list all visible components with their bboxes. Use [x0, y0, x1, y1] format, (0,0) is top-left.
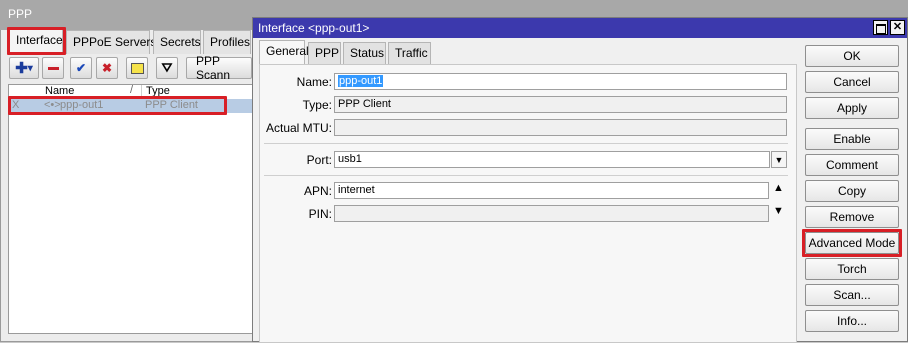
pin-label: PIN: [308, 207, 332, 221]
interface-dialog: Interface <ppp-out1> ✕ General PPP Statu… [252, 17, 908, 343]
dialog-title: Interface <ppp-out1> [253, 18, 907, 38]
remove-toolbar-button[interactable] [42, 57, 64, 79]
port-select[interactable]: usb1 [334, 151, 770, 168]
torch-button[interactable]: Torch [805, 258, 899, 280]
remove-button[interactable]: Remove [805, 206, 899, 228]
type-field: PPP Client [334, 96, 787, 113]
port-dropdown-button[interactable]: ▼ [771, 151, 787, 168]
cross-icon: ✖ [101, 61, 113, 75]
advanced-mode-highlight [802, 229, 902, 257]
interface-list[interactable]: Name / Type X <•> ppp-out1 PPP Client [8, 84, 257, 334]
divider [264, 175, 788, 176]
maximize-button[interactable] [873, 20, 888, 35]
add-button[interactable]: ✚ ▾ [9, 57, 39, 79]
scan-button[interactable]: Scan... [805, 284, 899, 306]
apply-button[interactable]: Apply [805, 97, 899, 119]
tab-general[interactable]: General [259, 40, 309, 65]
ppp-scanner-button[interactable]: PPP Scann [186, 54, 252, 82]
ok-button[interactable]: OK [805, 45, 899, 67]
apn-label: APN: [303, 184, 332, 198]
note-icon [130, 62, 144, 74]
apn-collapse-button[interactable]: ▲ [773, 182, 784, 194]
tab-secrets[interactable]: Secrets [153, 30, 201, 54]
enable-toolbar-button[interactable]: ✔ [70, 57, 92, 79]
disable-toolbar-button[interactable]: ✖ [96, 57, 118, 79]
pin-expand-button[interactable]: ▼ [773, 205, 784, 217]
close-button[interactable]: ✕ [890, 20, 905, 35]
tab-ppp[interactable]: PPP [308, 42, 341, 64]
triangle-down-icon: ▼ [773, 205, 784, 217]
apn-field[interactable]: internet [334, 182, 769, 199]
mtu-label: Actual MTU: [265, 121, 332, 135]
tab-profiles[interactable]: Profiles [203, 30, 251, 54]
cancel-button[interactable]: Cancel [805, 71, 899, 93]
type-label: Type: [302, 98, 332, 112]
tab-interface-highlight [7, 27, 66, 55]
filter-button[interactable]: ⛛ [156, 57, 178, 79]
triangle-up-icon: ▲ [773, 182, 784, 194]
general-panel: Name: ppp-out1 Type: PPP Client Actual M… [259, 64, 797, 343]
tab-pppoe-servers[interactable]: PPPoE Servers [66, 30, 156, 54]
divider [264, 143, 788, 144]
pin-field[interactable] [334, 205, 769, 222]
enable-button[interactable]: Enable [805, 128, 899, 150]
comment-button[interactable]: Comment [805, 154, 899, 176]
chevron-down-icon: ▼ [774, 155, 784, 165]
row-highlight [8, 96, 227, 115]
info-button[interactable]: Info... [805, 310, 899, 332]
tab-status[interactable]: Status [343, 42, 386, 64]
comment-toolbar-button[interactable] [126, 57, 148, 79]
funnel-icon: ⛛ [161, 60, 173, 75]
dropdown-arrow-icon: ▾ [27, 62, 33, 74]
close-icon: ✕ [892, 21, 903, 33]
sort-icon: / [130, 85, 134, 96]
copy-button[interactable]: Copy [805, 180, 899, 202]
port-label: Port: [306, 153, 332, 167]
name-value: ppp-out1 [338, 75, 384, 87]
maximize-icon [875, 24, 886, 34]
mtu-field [334, 119, 787, 136]
plus-icon: ✚ [15, 60, 28, 77]
name-label: Name: [296, 75, 332, 89]
check-icon: ✔ [75, 61, 87, 75]
tab-traffic[interactable]: Traffic [388, 42, 431, 64]
name-field[interactable]: ppp-out1 [334, 73, 787, 90]
minus-icon [47, 66, 59, 70]
